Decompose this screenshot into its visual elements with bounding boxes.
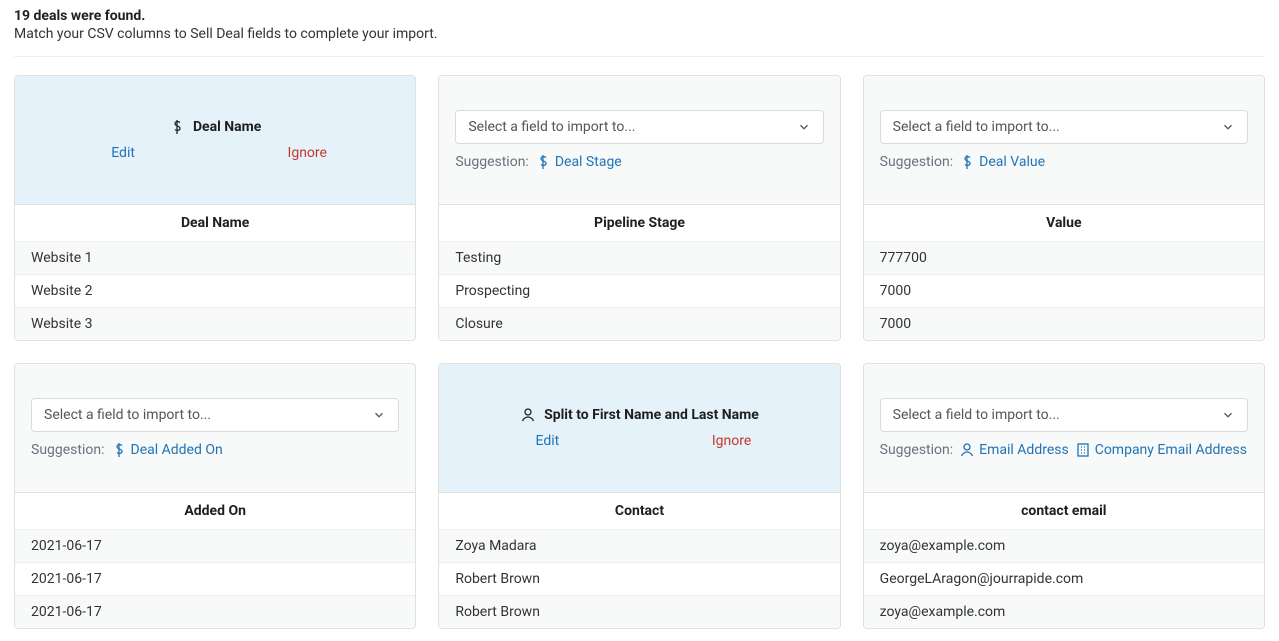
suggestion-label: Suggestion: bbox=[31, 442, 105, 458]
suggestion-label: Suggestion: bbox=[455, 154, 529, 170]
data-row: Robert Brown bbox=[439, 595, 839, 628]
data-row: GeorgeLAragon@jourrapide.com bbox=[864, 562, 1264, 595]
suggestion-row: Suggestion: Email Address Company Email Ad… bbox=[880, 442, 1248, 458]
column-header: Deal Name bbox=[15, 204, 415, 241]
data-row: Zoya Madara bbox=[439, 529, 839, 562]
card-header: Deal Name Edit Ignore bbox=[15, 76, 415, 204]
data-row: 2021-06-17 bbox=[15, 562, 415, 595]
suggestion-label: Suggestion: bbox=[880, 154, 954, 170]
card-header: Split to First Name and Last Name Edit Ign… bbox=[439, 364, 839, 492]
mapping-card: Select a field to import to... Suggestion… bbox=[438, 75, 840, 341]
ignore-link[interactable]: Ignore bbox=[712, 433, 751, 449]
data-row: Closure bbox=[439, 307, 839, 340]
select-placeholder: Select a field to import to... bbox=[893, 119, 1060, 135]
field-select[interactable]: Select a field to import to... bbox=[455, 110, 823, 144]
mapped-field-row: Deal Name bbox=[31, 119, 399, 135]
data-row: 7000 bbox=[864, 307, 1264, 340]
data-row: Website 3 bbox=[15, 307, 415, 340]
card-header: Select a field to import to... Suggestion… bbox=[15, 364, 415, 492]
mapping-card: Select a field to import to... Suggestion… bbox=[863, 363, 1265, 629]
mapped-actions: Edit Ignore bbox=[455, 433, 823, 449]
column-header: Value bbox=[864, 204, 1264, 241]
suggestion-text: Company Email Address bbox=[1095, 442, 1247, 458]
select-placeholder: Select a field to import to... bbox=[893, 407, 1060, 423]
ignore-link[interactable]: Ignore bbox=[288, 145, 327, 161]
field-select[interactable]: Select a field to import to... bbox=[880, 398, 1248, 432]
mapped-field-label: Deal Name bbox=[193, 119, 261, 135]
deal-icon bbox=[959, 154, 975, 170]
suggestion-text: Email Address bbox=[979, 442, 1069, 458]
select-placeholder: Select a field to import to... bbox=[44, 407, 211, 423]
mapping-card: Deal NameEditIgnoreDeal NameWebsite 1Web… bbox=[14, 75, 416, 341]
mapping-grid: Deal NameEditIgnoreDeal NameWebsite 1Web… bbox=[14, 75, 1265, 629]
company-icon bbox=[1075, 442, 1091, 458]
data-row: zoya@example.com bbox=[864, 529, 1264, 562]
data-row: Robert Brown bbox=[439, 562, 839, 595]
person-icon bbox=[520, 407, 536, 423]
column-header: Added On bbox=[15, 492, 415, 529]
column-header: contact email bbox=[864, 492, 1264, 529]
mapping-card: Select a field to import to... Suggestion… bbox=[14, 363, 416, 629]
select-placeholder: Select a field to import to... bbox=[468, 119, 635, 135]
chevron-down-icon bbox=[372, 408, 386, 422]
deal-icon bbox=[111, 442, 127, 458]
suggestion-row: Suggestion: Deal Added On bbox=[31, 442, 399, 458]
data-row: 7000 bbox=[864, 274, 1264, 307]
card-header: Select a field to import to... Suggestion… bbox=[864, 76, 1264, 204]
data-row: Website 1 bbox=[15, 241, 415, 274]
data-row: Prospecting bbox=[439, 274, 839, 307]
card-header: Select a field to import to... Suggestion… bbox=[864, 364, 1264, 492]
field-select[interactable]: Select a field to import to... bbox=[880, 110, 1248, 144]
suggestion-link[interactable]: Deal Added On bbox=[111, 442, 223, 458]
edit-link[interactable]: Edit bbox=[536, 433, 560, 449]
card-header: Select a field to import to... Suggestion… bbox=[439, 76, 839, 204]
chevron-down-icon bbox=[1221, 120, 1235, 134]
chevron-down-icon bbox=[797, 120, 811, 134]
suggestion-row: Suggestion: Deal Stage bbox=[455, 154, 823, 170]
column-header: Pipeline Stage bbox=[439, 204, 839, 241]
page-title: 19 deals were found. bbox=[14, 8, 1265, 24]
deal-icon bbox=[169, 119, 185, 135]
data-row: 2021-06-17 bbox=[15, 595, 415, 628]
suggestion-label: Suggestion: bbox=[880, 442, 954, 458]
person-icon bbox=[959, 442, 975, 458]
page-subtitle: Match your CSV columns to Sell Deal fiel… bbox=[14, 26, 1265, 42]
suggestion-link[interactable]: Email Address bbox=[959, 442, 1069, 458]
mapped-actions: Edit Ignore bbox=[31, 145, 399, 161]
column-header: Contact bbox=[439, 492, 839, 529]
data-row: Website 2 bbox=[15, 274, 415, 307]
deal-icon bbox=[535, 154, 551, 170]
data-row: 2021-06-17 bbox=[15, 529, 415, 562]
suggestion-text: Deal Stage bbox=[555, 154, 622, 170]
data-row: zoya@example.com bbox=[864, 595, 1264, 628]
suggestion-text: Deal Value bbox=[979, 154, 1045, 170]
suggestion-link[interactable]: Deal Stage bbox=[535, 154, 622, 170]
mapping-card: Split to First Name and Last Name Edit Ign… bbox=[438, 363, 840, 629]
suggestion-link[interactable]: Deal Value bbox=[959, 154, 1045, 170]
mapped-field-label: Split to First Name and Last Name bbox=[544, 407, 759, 423]
mapped-field-row: Split to First Name and Last Name bbox=[455, 407, 823, 423]
data-row: Testing bbox=[439, 241, 839, 274]
chevron-down-icon bbox=[1221, 408, 1235, 422]
suggestion-text: Deal Added On bbox=[131, 442, 223, 458]
field-select[interactable]: Select a field to import to... bbox=[31, 398, 399, 432]
data-row: 777700 bbox=[864, 241, 1264, 274]
edit-link[interactable]: Edit bbox=[111, 145, 135, 161]
divider bbox=[14, 56, 1265, 57]
suggestion-link[interactable]: Company Email Address bbox=[1075, 442, 1247, 458]
suggestion-row: Suggestion: Deal Value bbox=[880, 154, 1248, 170]
mapping-card: Select a field to import to... Suggestion… bbox=[863, 75, 1265, 341]
